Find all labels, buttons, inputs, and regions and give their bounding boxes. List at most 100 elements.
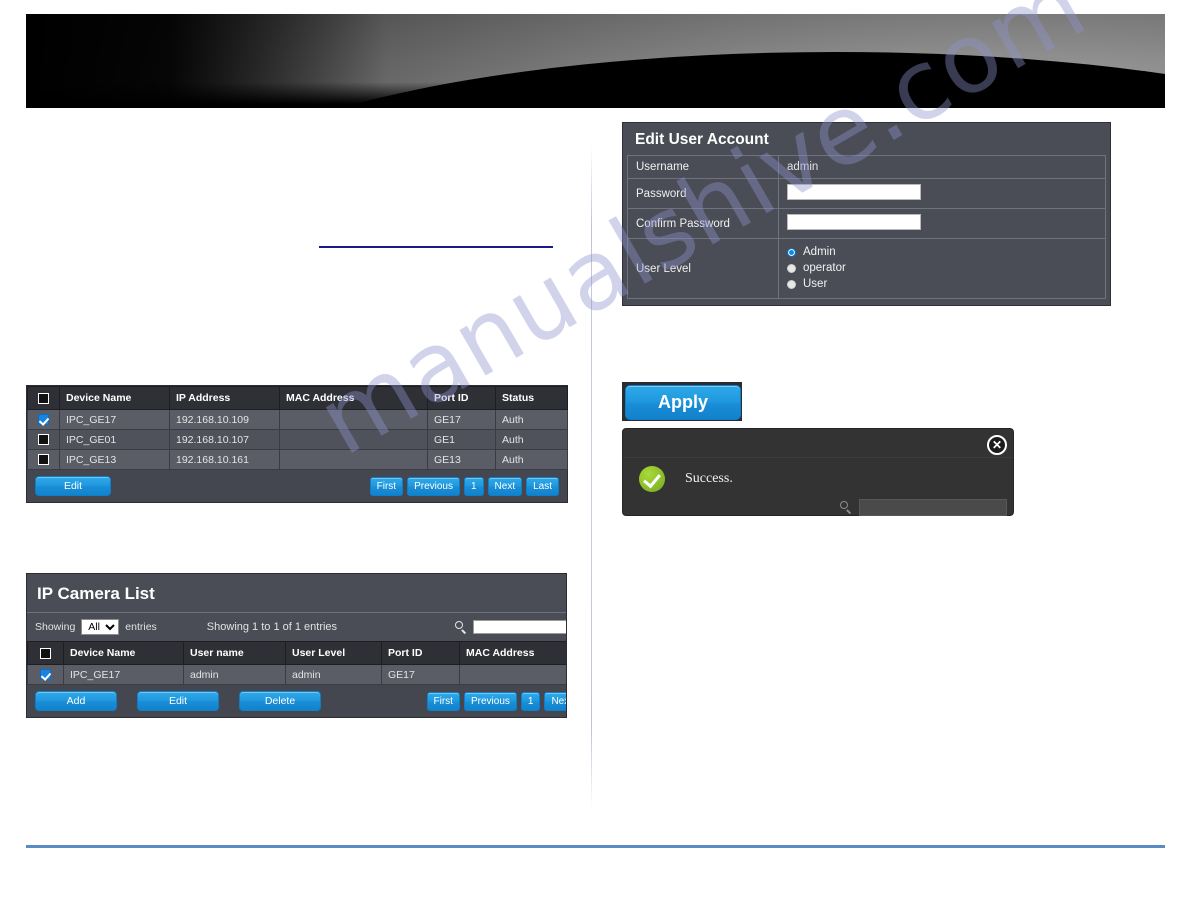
select-all-header[interactable] xyxy=(27,386,60,410)
horizontal-blue-rule xyxy=(319,246,553,248)
success-dialog: ✕ Success. xyxy=(622,428,1014,516)
edit-button[interactable]: Edit xyxy=(35,476,111,496)
form-row-confirm-password: Confirm Password xyxy=(627,208,1106,239)
delete-button[interactable]: Delete xyxy=(239,691,321,711)
row-checkbox-cell[interactable] xyxy=(27,409,60,430)
search-icon xyxy=(840,501,853,514)
edit-user-account-card: Edit User Account Username admin Passwor… xyxy=(622,122,1111,306)
radio-user-label: User xyxy=(803,278,828,290)
cell-ip-address: 192.168.10.107 xyxy=(169,429,280,450)
cell-ip-address: 192.168.10.161 xyxy=(169,449,280,470)
add-button[interactable]: Add xyxy=(35,691,117,711)
table-header-row: Device Name User name User Level Port ID… xyxy=(27,641,566,665)
apply-button[interactable]: Apply xyxy=(625,385,741,420)
pagination-previous[interactable]: Previous xyxy=(407,476,460,496)
select-all-header[interactable] xyxy=(27,641,64,665)
pagination-page-1[interactable]: 1 xyxy=(463,476,484,496)
pagination-first[interactable]: First xyxy=(369,476,404,496)
form-row-username: Username admin xyxy=(627,155,1106,179)
radio-admin-label: Admin xyxy=(803,246,836,258)
select-all-checkbox[interactable] xyxy=(38,392,49,404)
row-checkbox[interactable] xyxy=(38,454,49,466)
col-status: Status xyxy=(495,386,568,410)
username-label: Username xyxy=(627,155,779,179)
password-label: Password xyxy=(627,178,779,209)
user-level-cell: Admin operator User xyxy=(778,238,1106,299)
cell-ip-address: 192.168.10.109 xyxy=(169,409,280,430)
select-all-checkbox[interactable] xyxy=(40,647,51,659)
col-mac-address: MAC Address xyxy=(279,386,428,410)
pagination-next[interactable]: Next xyxy=(487,476,523,496)
radio-option-admin[interactable]: Admin xyxy=(787,245,1097,260)
col-ip-address: IP Address xyxy=(169,386,280,410)
entries-suffix-label: entries xyxy=(125,621,157,633)
dialog-body: Success. xyxy=(623,458,1013,522)
row-checkbox-cell[interactable] xyxy=(27,449,60,470)
col-port-id: Port ID xyxy=(381,641,460,665)
search-input[interactable] xyxy=(473,620,566,634)
row-checkbox-cell[interactable] xyxy=(27,429,60,450)
col-device-name: Device Name xyxy=(59,386,170,410)
col-device-name: Device Name xyxy=(63,641,184,665)
dialog-search-input[interactable] xyxy=(859,499,1007,516)
confirm-password-label: Confirm Password xyxy=(627,208,779,239)
cell-mac-address xyxy=(279,449,428,470)
form-row-user-level: User Level Admin operator User xyxy=(627,238,1106,299)
confirm-password-cell xyxy=(778,208,1106,239)
edit-button[interactable]: Edit xyxy=(137,691,219,711)
pagination-first[interactable]: First xyxy=(426,691,460,711)
row-checkbox[interactable] xyxy=(38,414,49,426)
showing-info-label: Showing 1 to 1 of 1 entries xyxy=(206,621,338,633)
pagination-previous[interactable]: Previous xyxy=(463,691,517,711)
table-row[interactable]: IPC_GE17 192.168.10.109 GE17 Auth xyxy=(27,409,568,430)
radio-option-operator[interactable]: operator xyxy=(787,261,1097,276)
device-pagination: First Previous 1 Next Last xyxy=(369,476,559,496)
cell-status: Auth xyxy=(495,429,568,450)
cell-port-id: GE17 xyxy=(427,409,496,430)
pagination-last[interactable]: Last xyxy=(526,476,559,496)
confirm-password-field[interactable] xyxy=(787,214,921,230)
device-table: Device Name IP Address MAC Address Port … xyxy=(27,386,568,470)
entries-per-page-select[interactable]: All xyxy=(81,619,120,635)
product-banner xyxy=(26,14,1165,108)
ipcam-footer: Add Edit Delete First Previous 1 Next xyxy=(27,685,566,717)
cell-port-id: GE1 xyxy=(427,429,496,450)
pagination-next[interactable]: Next xyxy=(544,691,566,711)
cell-device-name: IPC_GE01 xyxy=(59,429,170,450)
footer-rule xyxy=(26,845,1165,848)
pagination-page-1[interactable]: 1 xyxy=(520,691,541,711)
page-title: IP Camera List xyxy=(27,574,566,613)
close-icon[interactable]: ✕ xyxy=(987,435,1007,455)
radio-user-icon[interactable] xyxy=(787,280,796,289)
cell-mac-address xyxy=(279,409,428,430)
device-table-footer: Edit First Previous 1 Next Last xyxy=(27,470,567,502)
ipcam-toolbar: Showing All entries Showing 1 to 1 of 1 … xyxy=(27,613,566,641)
row-checkbox-cell[interactable] xyxy=(27,664,64,685)
cell-mac-address xyxy=(459,664,566,685)
table-header-row: Device Name IP Address MAC Address Port … xyxy=(27,386,568,410)
cell-user-name: admin xyxy=(183,664,286,685)
col-user-name: User name xyxy=(183,641,286,665)
password-field[interactable] xyxy=(787,184,921,200)
cell-status: Auth xyxy=(495,449,568,470)
table-row[interactable]: IPC_GE17 admin admin GE17 xyxy=(27,664,566,685)
table-row[interactable]: IPC_GE01 192.168.10.107 GE1 Auth xyxy=(27,429,568,450)
cell-user-level: admin xyxy=(285,664,382,685)
row-checkbox[interactable] xyxy=(38,434,49,446)
banner-bottom-shade xyxy=(26,82,1165,108)
form-row-password: Password xyxy=(627,178,1106,209)
radio-admin-icon[interactable] xyxy=(787,248,796,257)
radio-option-user[interactable]: User xyxy=(787,277,1097,292)
radio-operator-icon[interactable] xyxy=(787,264,796,273)
dialog-search xyxy=(840,499,1007,516)
col-port-id: Port ID xyxy=(427,386,496,410)
user-level-label: User Level xyxy=(627,238,779,299)
username-value: admin xyxy=(778,155,1106,179)
device-discovery-panel: Device Name IP Address MAC Address Port … xyxy=(26,385,568,503)
radio-operator-label: operator xyxy=(803,262,846,274)
password-cell xyxy=(778,178,1106,209)
row-checkbox[interactable] xyxy=(40,669,51,681)
table-row[interactable]: IPC_GE13 192.168.10.161 GE13 Auth xyxy=(27,449,568,470)
success-check-icon xyxy=(639,466,665,492)
dialog-header: ✕ xyxy=(623,429,1013,458)
